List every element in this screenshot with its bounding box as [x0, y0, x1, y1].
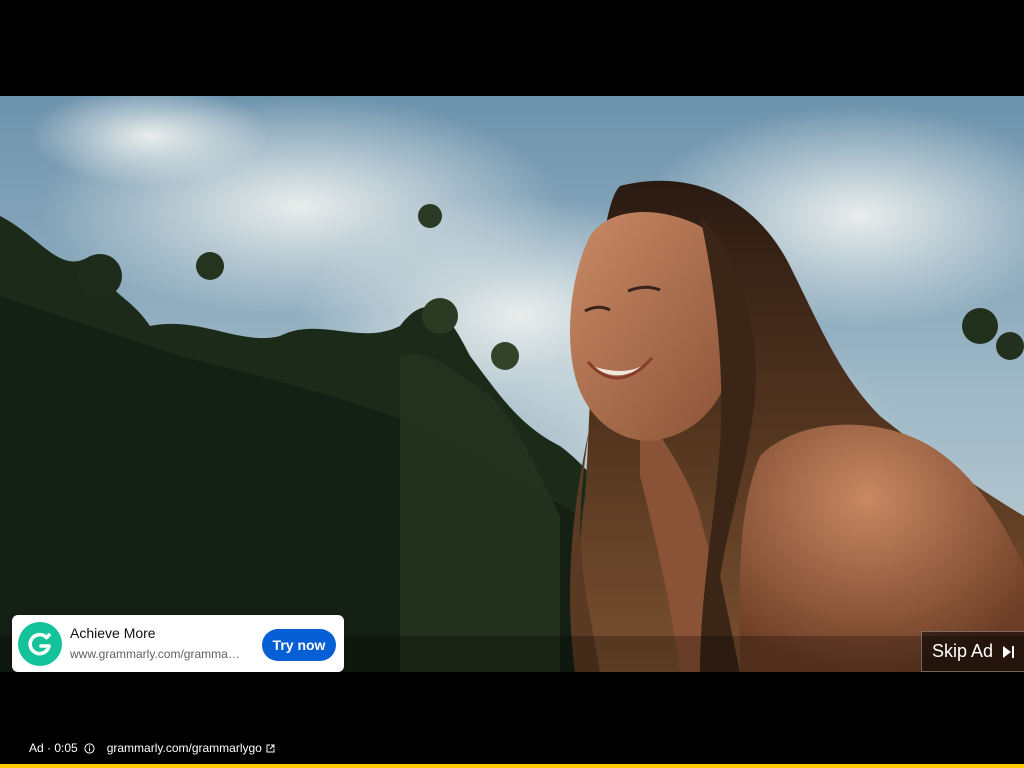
try-now-button[interactable]: Try now [262, 629, 336, 661]
video-still-image [0, 96, 1024, 672]
video-frame[interactable] [0, 96, 1024, 672]
info-icon[interactable] [84, 742, 95, 754]
ad-url[interactable]: www.grammarly.com/grammarlygo [70, 647, 242, 661]
external-link-icon [266, 744, 275, 753]
grammarly-logo-icon[interactable] [18, 622, 62, 666]
video-player[interactable]: Achieve More www.grammarly.com/grammarly… [0, 0, 1024, 768]
skip-next-icon [1001, 645, 1015, 659]
ad-info-bar: Ad · 0:05 grammarly.com/grammarlygo [29, 740, 275, 756]
ad-overlay-card[interactable]: Achieve More www.grammarly.com/grammarly… [12, 615, 344, 672]
skip-ad-button[interactable]: Skip Ad [921, 631, 1024, 672]
advertiser-link[interactable]: grammarly.com/grammarlygo [107, 741, 262, 755]
ad-badge: Ad · 0:05 [29, 741, 78, 755]
ad-title[interactable]: Achieve More [70, 625, 156, 641]
ad-progress-fill [0, 764, 1024, 768]
ad-progress-bar[interactable] [0, 764, 1024, 768]
skip-ad-label: Skip Ad [932, 641, 994, 661]
